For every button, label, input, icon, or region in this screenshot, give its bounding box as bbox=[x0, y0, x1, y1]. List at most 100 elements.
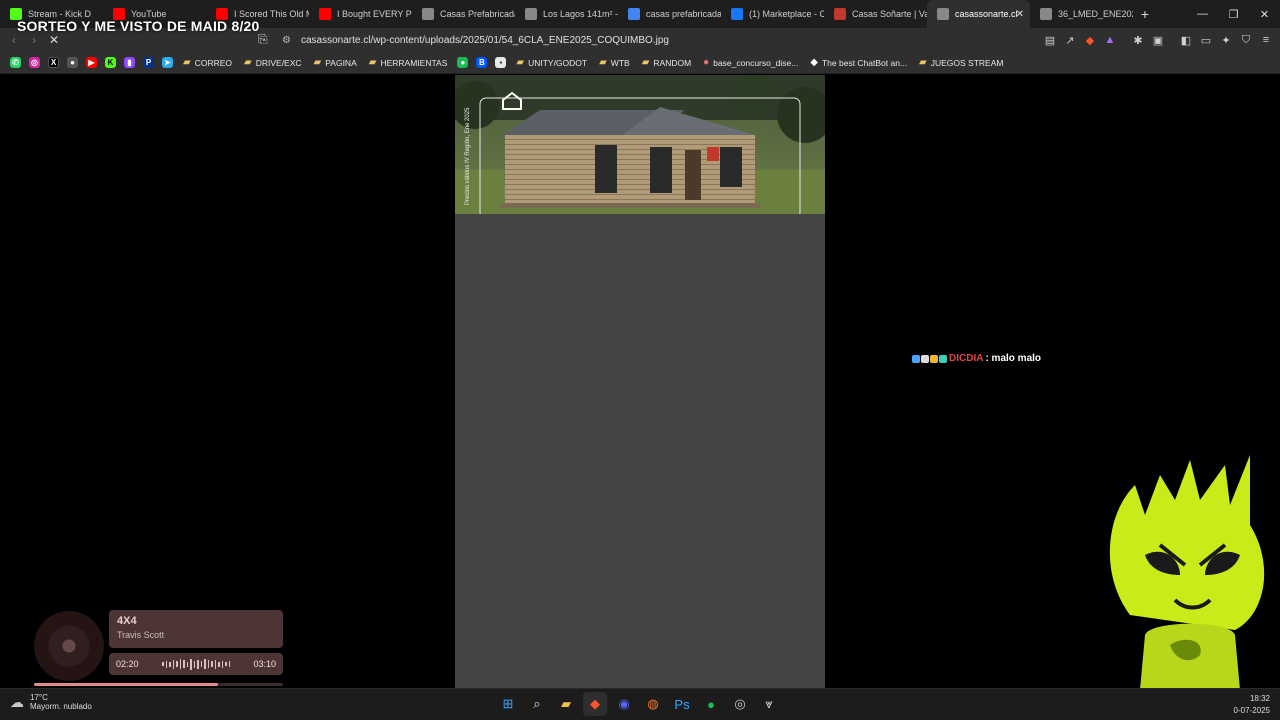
blender-icon[interactable]: ◍ bbox=[641, 692, 665, 716]
folder-icon: ▰ bbox=[313, 57, 322, 68]
brave-browser-icon[interactable]: ◆ bbox=[583, 692, 607, 716]
file-explorer-icon[interactable]: ▰ bbox=[554, 692, 578, 716]
tab-label: casassonarte.cl bbox=[955, 9, 1018, 19]
tab-9[interactable]: casassonarte.cl ✕ bbox=[927, 0, 1030, 28]
tab-label: (1) Marketplace - C bbox=[749, 9, 824, 19]
weather-widget[interactable]: ☁ 17°C Mayorm. nublado bbox=[10, 693, 92, 711]
tab-label: casas prefabricadas bbox=[646, 9, 721, 19]
bookmarks-bar: ✆ ◎ X ● ▶ K ▮ P ➤ ▰ CORREO ▰ DRIVE/EXC ▰ PA… bbox=[0, 52, 1280, 74]
tab-label: I Bought EVERY Play bbox=[337, 9, 412, 19]
media-icon[interactable]: ▣ bbox=[1148, 34, 1168, 47]
brave-shields-icon[interactable]: ◆ bbox=[1080, 34, 1100, 47]
share-icon[interactable]: ↗ bbox=[1060, 34, 1080, 47]
close-window-button[interactable]: ✕ bbox=[1249, 0, 1280, 28]
vpn-icon[interactable]: ⛉ bbox=[1236, 34, 1256, 47]
folder-icon: ▰ bbox=[244, 57, 252, 68]
site-info-icon[interactable]: ⚙ bbox=[282, 35, 291, 46]
wave-bar bbox=[218, 661, 220, 667]
tab-8[interactable]: Casas Soñarte | Vari bbox=[824, 0, 927, 28]
system-clock[interactable]: 18:32 0-07-2025 bbox=[1234, 693, 1270, 717]
wallet-icon[interactable]: ▭ bbox=[1196, 34, 1216, 47]
bookmark-base-concurso[interactable]: ● base_concurso_dise... bbox=[703, 57, 798, 68]
bookmark-folder-wtb[interactable]: ▰ WTB bbox=[599, 57, 630, 68]
bookmark-folder-unity[interactable]: ▰ UNITY/GODOT bbox=[516, 57, 587, 68]
telegram-icon[interactable]: ➤ bbox=[162, 57, 173, 68]
restore-button[interactable]: ❐ bbox=[1218, 0, 1249, 28]
youtube-icon[interactable]: ▶ bbox=[86, 57, 97, 68]
brave-rewards-icon[interactable]: ▲ bbox=[1100, 34, 1120, 46]
tab-6[interactable]: casas prefabricadas bbox=[618, 0, 721, 28]
apple-icon[interactable]: ● bbox=[67, 57, 78, 68]
waveform-icon bbox=[145, 658, 248, 670]
wave-bar bbox=[165, 660, 167, 668]
obs-icon[interactable]: ◎ bbox=[728, 692, 752, 716]
start-icon[interactable]: ⊞ bbox=[496, 692, 520, 716]
wave-bar bbox=[200, 661, 202, 667]
bookmark-icon[interactable]: ⎘ bbox=[258, 32, 268, 47]
bookmark-green-icon[interactable]: ● bbox=[457, 57, 469, 68]
elapsed-time: 02:20 bbox=[116, 659, 139, 669]
wave-bar bbox=[207, 660, 209, 668]
favicon-icon bbox=[731, 8, 743, 20]
wave-bar bbox=[172, 659, 174, 669]
bookmark-chatbot[interactable]: ◆ The best ChatBot an... bbox=[810, 57, 907, 68]
tab-4[interactable]: Casas Prefabricadas bbox=[412, 0, 515, 28]
x-icon[interactable]: X bbox=[48, 57, 59, 68]
bookmark-folder-pagina[interactable]: ▰ PAGINA bbox=[314, 57, 357, 68]
wave-bar bbox=[197, 659, 199, 669]
tab-3[interactable]: I Bought EVERY Play bbox=[309, 0, 412, 28]
badge-icon bbox=[912, 354, 920, 363]
extensions-icon[interactable]: ✱ bbox=[1128, 34, 1148, 47]
badge-icon bbox=[921, 354, 929, 363]
search-icon[interactable]: ⌕ bbox=[525, 692, 549, 716]
menu-icon[interactable]: ≡ bbox=[1256, 34, 1276, 46]
url-text[interactable]: casassonarte.cl/wp-content/uploads/2025/… bbox=[301, 35, 669, 46]
taskbar-apps: ⊞ ⌕ ▰ ◆ ◉ ◍ Ps ● ◎ ⩔ bbox=[496, 692, 781, 716]
new-tab-button[interactable]: + bbox=[1133, 0, 1157, 28]
now-playing-widget: 4X4 Travis Scott 02:20 03:10 bbox=[28, 607, 288, 689]
mascot-avatar bbox=[1109, 455, 1265, 690]
twitch-icon[interactable]: ▮ bbox=[124, 57, 135, 68]
url-bar[interactable]: ⚙ casassonarte.cl/wp-content/uploads/202… bbox=[282, 30, 1002, 50]
close-tab-icon[interactable]: ✕ bbox=[1016, 9, 1024, 20]
windows-taskbar: ☁ 17°C Mayorm. nublado ⊞ ⌕ ▰ ◆ ◉ ◍ Ps ● … bbox=[0, 688, 1280, 720]
app-icon[interactable]: ⩔ bbox=[757, 692, 781, 716]
tab-10[interactable]: 36_LMED_ENE2025 bbox=[1030, 0, 1133, 28]
photoshop-icon[interactable]: Ps bbox=[670, 692, 694, 716]
track-progress-bar bbox=[34, 683, 283, 686]
wave-bar bbox=[204, 659, 206, 669]
tab-7[interactable]: (1) Marketplace - C bbox=[721, 0, 824, 28]
bookmark-white-icon[interactable]: ▪ bbox=[495, 57, 507, 68]
wave-bar bbox=[162, 662, 164, 666]
paypal-icon[interactable]: P bbox=[143, 57, 154, 68]
image-side-text: Precios válidos IV Región, Ene 2025 bbox=[465, 107, 471, 205]
bookmark-folder-juegos[interactable]: ▰ JUEGOS STREAM bbox=[919, 57, 1003, 68]
tab-5[interactable]: Los Lagos 141m² - C bbox=[515, 0, 618, 28]
spotify-icon[interactable]: ● bbox=[699, 692, 723, 716]
leo-ai-icon[interactable]: ✦ bbox=[1216, 34, 1236, 47]
bookmark-folder-herramientas[interactable]: ▰ HERRAMIENTAS bbox=[369, 57, 448, 68]
reader-mode-icon[interactable]: ▤ bbox=[1040, 34, 1060, 47]
bookmark-folder-random[interactable]: ▰ RANDOM bbox=[642, 57, 691, 68]
wave-bar bbox=[190, 658, 192, 670]
kick-icon[interactable]: K bbox=[105, 57, 116, 68]
wave-bar bbox=[221, 660, 223, 668]
discord-icon[interactable]: ◉ bbox=[612, 692, 636, 716]
minimize-button[interactable]: — bbox=[1187, 0, 1218, 28]
wave-bar bbox=[214, 659, 216, 669]
favicon-icon bbox=[937, 8, 949, 20]
instagram-icon[interactable]: ◎ bbox=[29, 57, 40, 68]
chat-badges bbox=[912, 354, 947, 363]
bookmark-folder-drive[interactable]: ▰ DRIVE/EXC bbox=[244, 57, 302, 68]
whatsapp-icon[interactable]: ✆ bbox=[10, 57, 21, 68]
behance-icon[interactable]: B bbox=[476, 57, 488, 68]
bookmark-folder-correo[interactable]: ▰ CORREO bbox=[183, 57, 232, 68]
sidebar-icon[interactable]: ◧ bbox=[1176, 34, 1196, 47]
weather-temp: 17°C bbox=[30, 693, 48, 702]
favicon-icon bbox=[1040, 8, 1052, 20]
wave-bar bbox=[186, 661, 188, 667]
track-title: 4X4 bbox=[117, 615, 137, 627]
link-icon: ● bbox=[703, 57, 710, 68]
house-image[interactable]: Precios válidos IV Región, Ene 2025 bbox=[455, 75, 825, 214]
stream-overlay-title: SORTEO Y ME VISTO DE MAID 8/20 bbox=[17, 18, 260, 34]
